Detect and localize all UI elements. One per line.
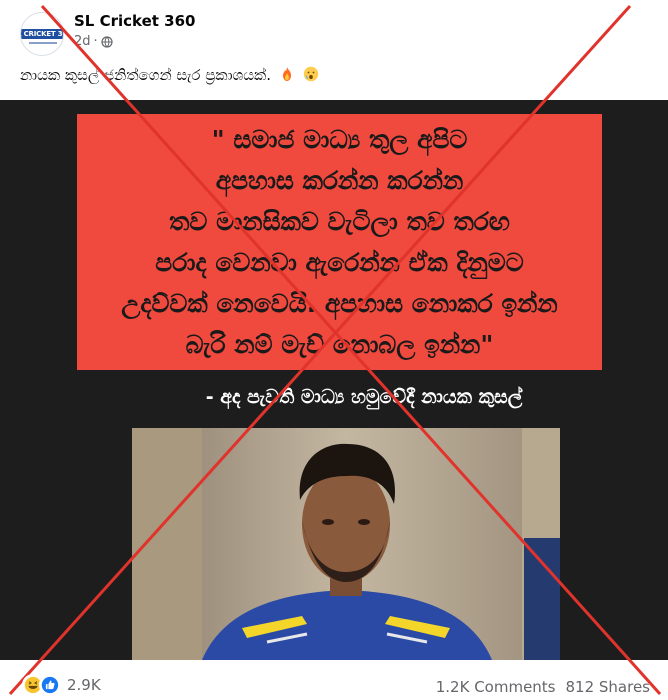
like-reaction-icon <box>39 674 61 696</box>
engagement-counts: 1.2K Comments 812 Shares <box>436 678 650 696</box>
player-photo <box>132 428 560 660</box>
meta-separator: · <box>93 34 98 49</box>
quote-box: " සමාජ මාධ්‍ය තුල අපිට අපහාස කරන්න කරන්න… <box>77 114 602 370</box>
avatar-logo-text: SL CRICKET 360 <box>21 29 63 39</box>
quote-line: තව මානසිකව වැටිලා තව තරඟ <box>169 207 510 236</box>
quote-line: උදව්වක් නෙවෙයි. අපහාස නොකර ඉන්න <box>121 289 558 318</box>
post-image[interactable]: " සමාජ මාධ්‍ය තුල අපිට අපහාස කරන්න කරන්න… <box>0 100 668 660</box>
post-meta: 2d · <box>74 34 113 49</box>
globe-icon[interactable] <box>101 35 113 48</box>
caption-text: නායක කුසල් ජනිත්ගෙන් සැර ප්‍රකාශයක්. <box>20 66 271 84</box>
fire-emoji-icon <box>282 67 291 81</box>
avatar[interactable]: SL CRICKET 360 <box>20 12 64 56</box>
surprised-emoji-icon <box>303 66 318 82</box>
post-footer: 2.9K 1.2K Comments 812 Shares <box>0 666 668 700</box>
quote-line: අපහාස කරන්න කරන්න <box>215 166 464 195</box>
quote-text: " සමාජ මාධ්‍ය තුල අපිට අපහාස කරන්න කරන්න… <box>121 119 557 365</box>
shares-count[interactable]: 812 Shares <box>566 678 651 696</box>
post-header: SL CRICKET 360 SL Cricket 360 2d · <box>0 0 668 60</box>
quote-line: බැරි නම් මැච් නොබල ඉන්න" <box>185 330 494 359</box>
avatar-logo-underline <box>29 42 57 44</box>
comments-count[interactable]: 1.2K Comments <box>436 678 556 696</box>
reactions-summary[interactable]: 2.9K <box>22 674 101 696</box>
quote-line: " සමාජ මාධ්‍ය තුල අපිට <box>211 125 468 154</box>
page-name[interactable]: SL Cricket 360 <box>74 12 195 30</box>
quote-attribution: - අද පැවති මාධ්‍ය හමුවේදී නායක කුසල් <box>205 386 523 408</box>
post-time[interactable]: 2d <box>74 34 91 49</box>
reaction-count[interactable]: 2.9K <box>67 676 101 694</box>
quote-line: පරාද වෙනවා ඇරෙන්න ඒක දිනුමට <box>155 248 524 277</box>
post-caption: නායක කුසල් ජනිත්ගෙන් සැර ප්‍රකාශයක්. <box>20 66 319 84</box>
